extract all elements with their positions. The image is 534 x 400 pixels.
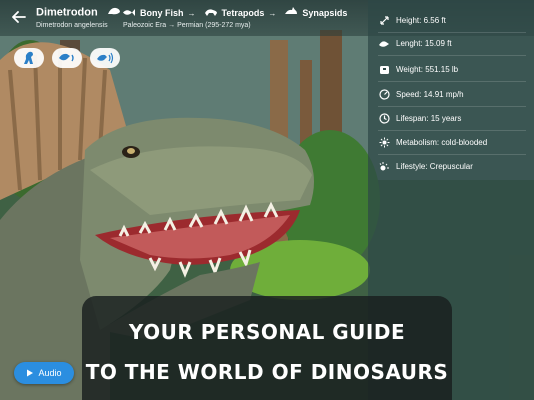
weight-icon [378,64,390,76]
arrow-left-icon [12,11,26,23]
stat-metabolism: Metabolism: cold-blooded [378,131,526,155]
dino-roar-icon [59,53,74,62]
banner-headline-line2: TO THE WORLD OF DINOSAURS [85,360,449,384]
stat-lifestyle: Lifestyle: Crepuscular [378,155,526,178]
era-range: (295-272 mya) [205,22,251,29]
lifespan-icon [378,113,390,125]
page-title: Dimetrodon [36,6,121,19]
stat-text: Lifestyle: Crepuscular [396,162,473,171]
play-icon [27,369,34,377]
speed-icon [378,89,390,101]
skeleton-view-button[interactable] [14,48,44,68]
era-info: Paleozoic Era → Permian (295-272 mya) [123,22,251,29]
taxonomy-breadcrumb: Bony Fish → Tetrapods → Synapsids [122,7,347,19]
length-icon [378,38,390,50]
species-name: Dimetrodon angelensis [36,22,108,29]
stat-text: Weight: 551.15 lb [396,65,459,74]
height-icon [378,15,390,27]
stat-text: Speed: 14.91 mp/h [396,90,464,99]
taxonomy-item[interactable]: Synapsids [302,8,347,18]
banner-headline-line1: YOUR PERSONAL GUIDE [128,320,406,344]
promo-banner [82,296,452,400]
dinosaur-name: Dimetrodon [36,6,98,19]
roar-button[interactable] [90,48,120,68]
fossil-icon [107,6,121,19]
audio-button-label: Audio [38,368,62,378]
lifestyle-icon [378,161,390,173]
back-button[interactable] [8,6,30,28]
taxonomy-item[interactable]: Bony Fish [140,8,184,18]
tetrapod-icon [204,7,218,19]
stat-text: Lifespan: 15 years [396,114,462,123]
stat-lifespan: Lifespan: 15 years [378,107,526,131]
stat-text: Metabolism: cold-blooded [396,138,488,147]
stat-height: Height: 6.56 ft [378,9,526,33]
stat-text: Lenght: 15.09 ft [396,39,452,48]
audio-button[interactable]: Audio [14,362,74,384]
stat-speed: Speed: 14.91 mp/h [378,83,526,107]
dino-silhouette-icon [24,51,33,64]
synapsid-icon [284,7,298,19]
arrow-right-icon: → [268,8,277,18]
taxonomy-item[interactable]: Tetrapods [222,8,265,18]
dino-sound-icon [97,52,114,64]
metabolism-icon [378,137,390,149]
stat-weight: Weight: 551.15 lb [378,58,526,82]
stat-text: Height: 6.56 ft [396,16,446,25]
era-label: Paleozoic Era → Permian [123,22,204,29]
fish-icon [122,8,136,19]
sound-button[interactable] [52,48,82,68]
arrow-right-icon: → [187,8,196,18]
stat-length: Lenght: 15.09 ft [378,32,526,56]
